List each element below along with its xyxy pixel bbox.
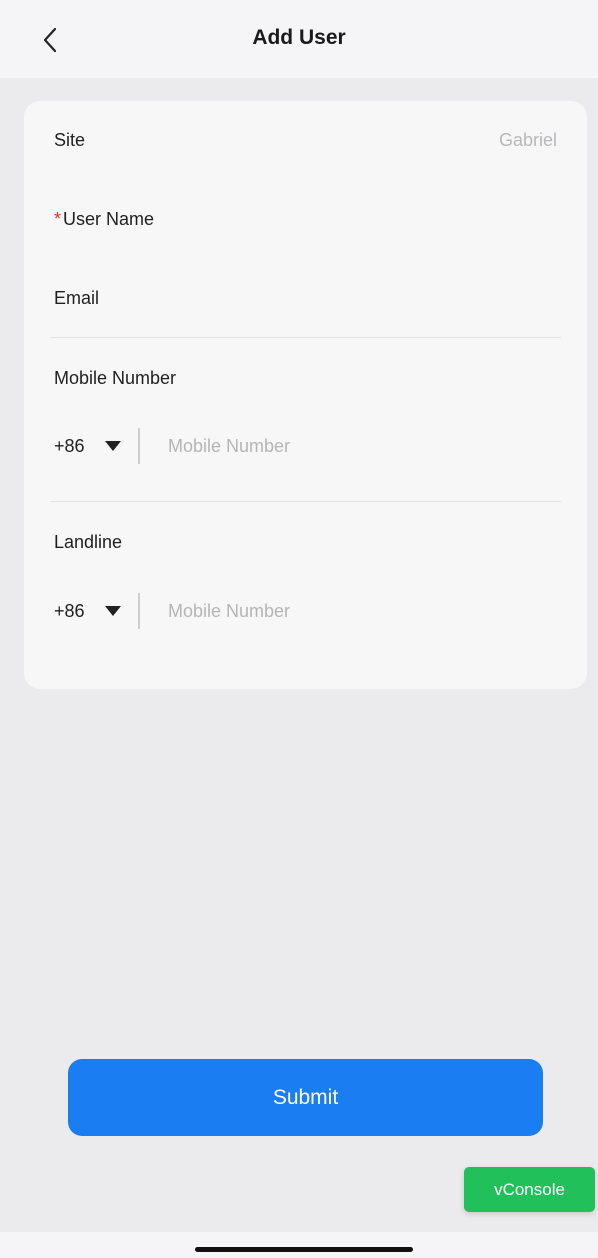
mobile-number-row: +86 — [54, 426, 557, 466]
mobile-number-label: Mobile Number — [54, 368, 177, 388]
header-bar: Add User — [0, 0, 598, 78]
landline-row: +86 — [54, 591, 557, 631]
vconsole-button[interactable]: vConsole — [464, 1167, 595, 1212]
email-label: Email — [54, 288, 100, 308]
add-user-screen: Add User Site Gabriel * User Name Email M… — [0, 0, 598, 1258]
mobile-country-code: +86 — [54, 435, 85, 456]
mobile-number-input[interactable] — [168, 429, 557, 463]
vertical-separator — [138, 428, 140, 464]
site-label: Site — [54, 130, 86, 150]
landline-number-input[interactable] — [168, 594, 557, 628]
landline-label: Landline — [54, 532, 123, 552]
bottom-safe-area — [0, 1232, 598, 1258]
vertical-separator — [138, 593, 140, 629]
email-input[interactable] — [54, 309, 557, 339]
page-title: Add User — [252, 26, 346, 49]
home-indicator[interactable] — [195, 1247, 413, 1252]
caret-down-icon — [104, 606, 121, 616]
landline-country-code-select[interactable]: +86 — [54, 601, 134, 622]
user-name-label-text: User Name — [63, 209, 155, 229]
submit-button[interactable]: Submit — [68, 1059, 543, 1136]
user-name-label: * User Name — [54, 209, 154, 230]
caret-down-icon — [104, 441, 121, 451]
user-form-card: Site Gabriel * User Name Email Mobile Num… — [24, 101, 587, 689]
divider — [50, 337, 561, 338]
required-mark: * — [54, 209, 62, 229]
mobile-country-code-select[interactable]: +86 — [54, 436, 134, 457]
landline-country-code: +86 — [54, 600, 85, 621]
user-name-input[interactable] — [54, 241, 557, 271]
site-value[interactable]: Gabriel — [499, 130, 557, 151]
divider — [50, 501, 561, 502]
